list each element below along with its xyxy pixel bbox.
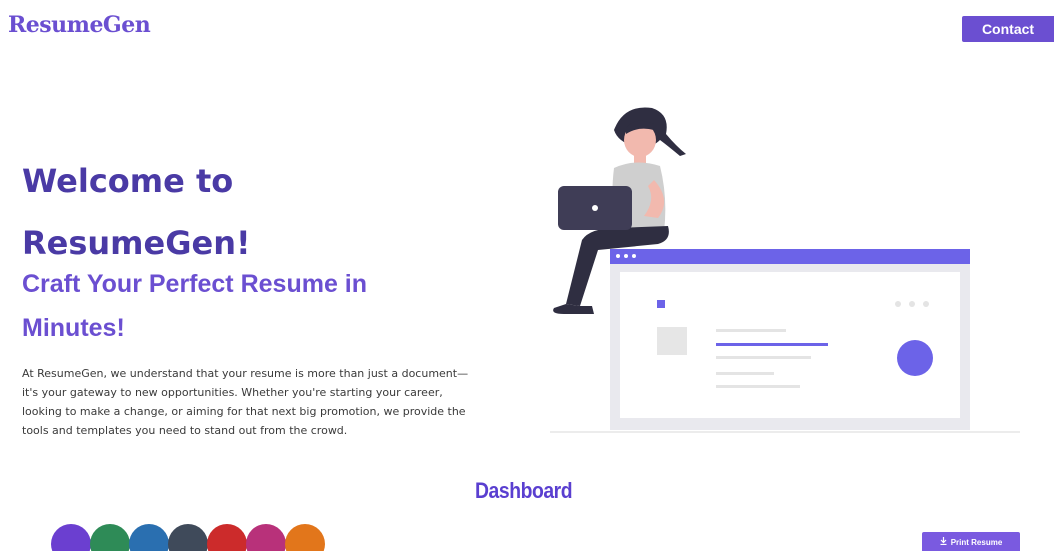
download-icon xyxy=(940,532,947,551)
print-resume-label: Print Resume xyxy=(950,538,1003,547)
color-swatch-blue[interactable] xyxy=(129,524,169,551)
contact-button[interactable]: Contact xyxy=(962,16,1054,42)
hero-subtitle: Craft Your Perfect Resume in Minutes! xyxy=(22,270,368,342)
color-swatch-magenta[interactable] xyxy=(246,524,286,551)
print-resume-button[interactable]: Print Resume xyxy=(922,532,1020,551)
browser-window-graphic xyxy=(610,249,970,430)
color-swatch-red[interactable] xyxy=(207,524,247,551)
color-swatch-purple[interactable] xyxy=(51,524,91,551)
color-swatch-orange[interactable] xyxy=(285,524,325,551)
dashboard-title: Dashboard xyxy=(475,478,573,503)
page: ResumeGen Contact Welcome to ResumeGen! … xyxy=(0,0,1054,551)
hero-illustration xyxy=(550,107,1020,433)
hero-description: At ResumeGen, we understand that your re… xyxy=(22,367,469,437)
color-swatch-slate[interactable] xyxy=(168,524,208,551)
color-swatches xyxy=(51,524,325,551)
color-swatch-green[interactable] xyxy=(90,524,130,551)
hero-title: Welcome to ResumeGen! xyxy=(22,162,251,262)
logo[interactable]: ResumeGen xyxy=(8,12,151,38)
